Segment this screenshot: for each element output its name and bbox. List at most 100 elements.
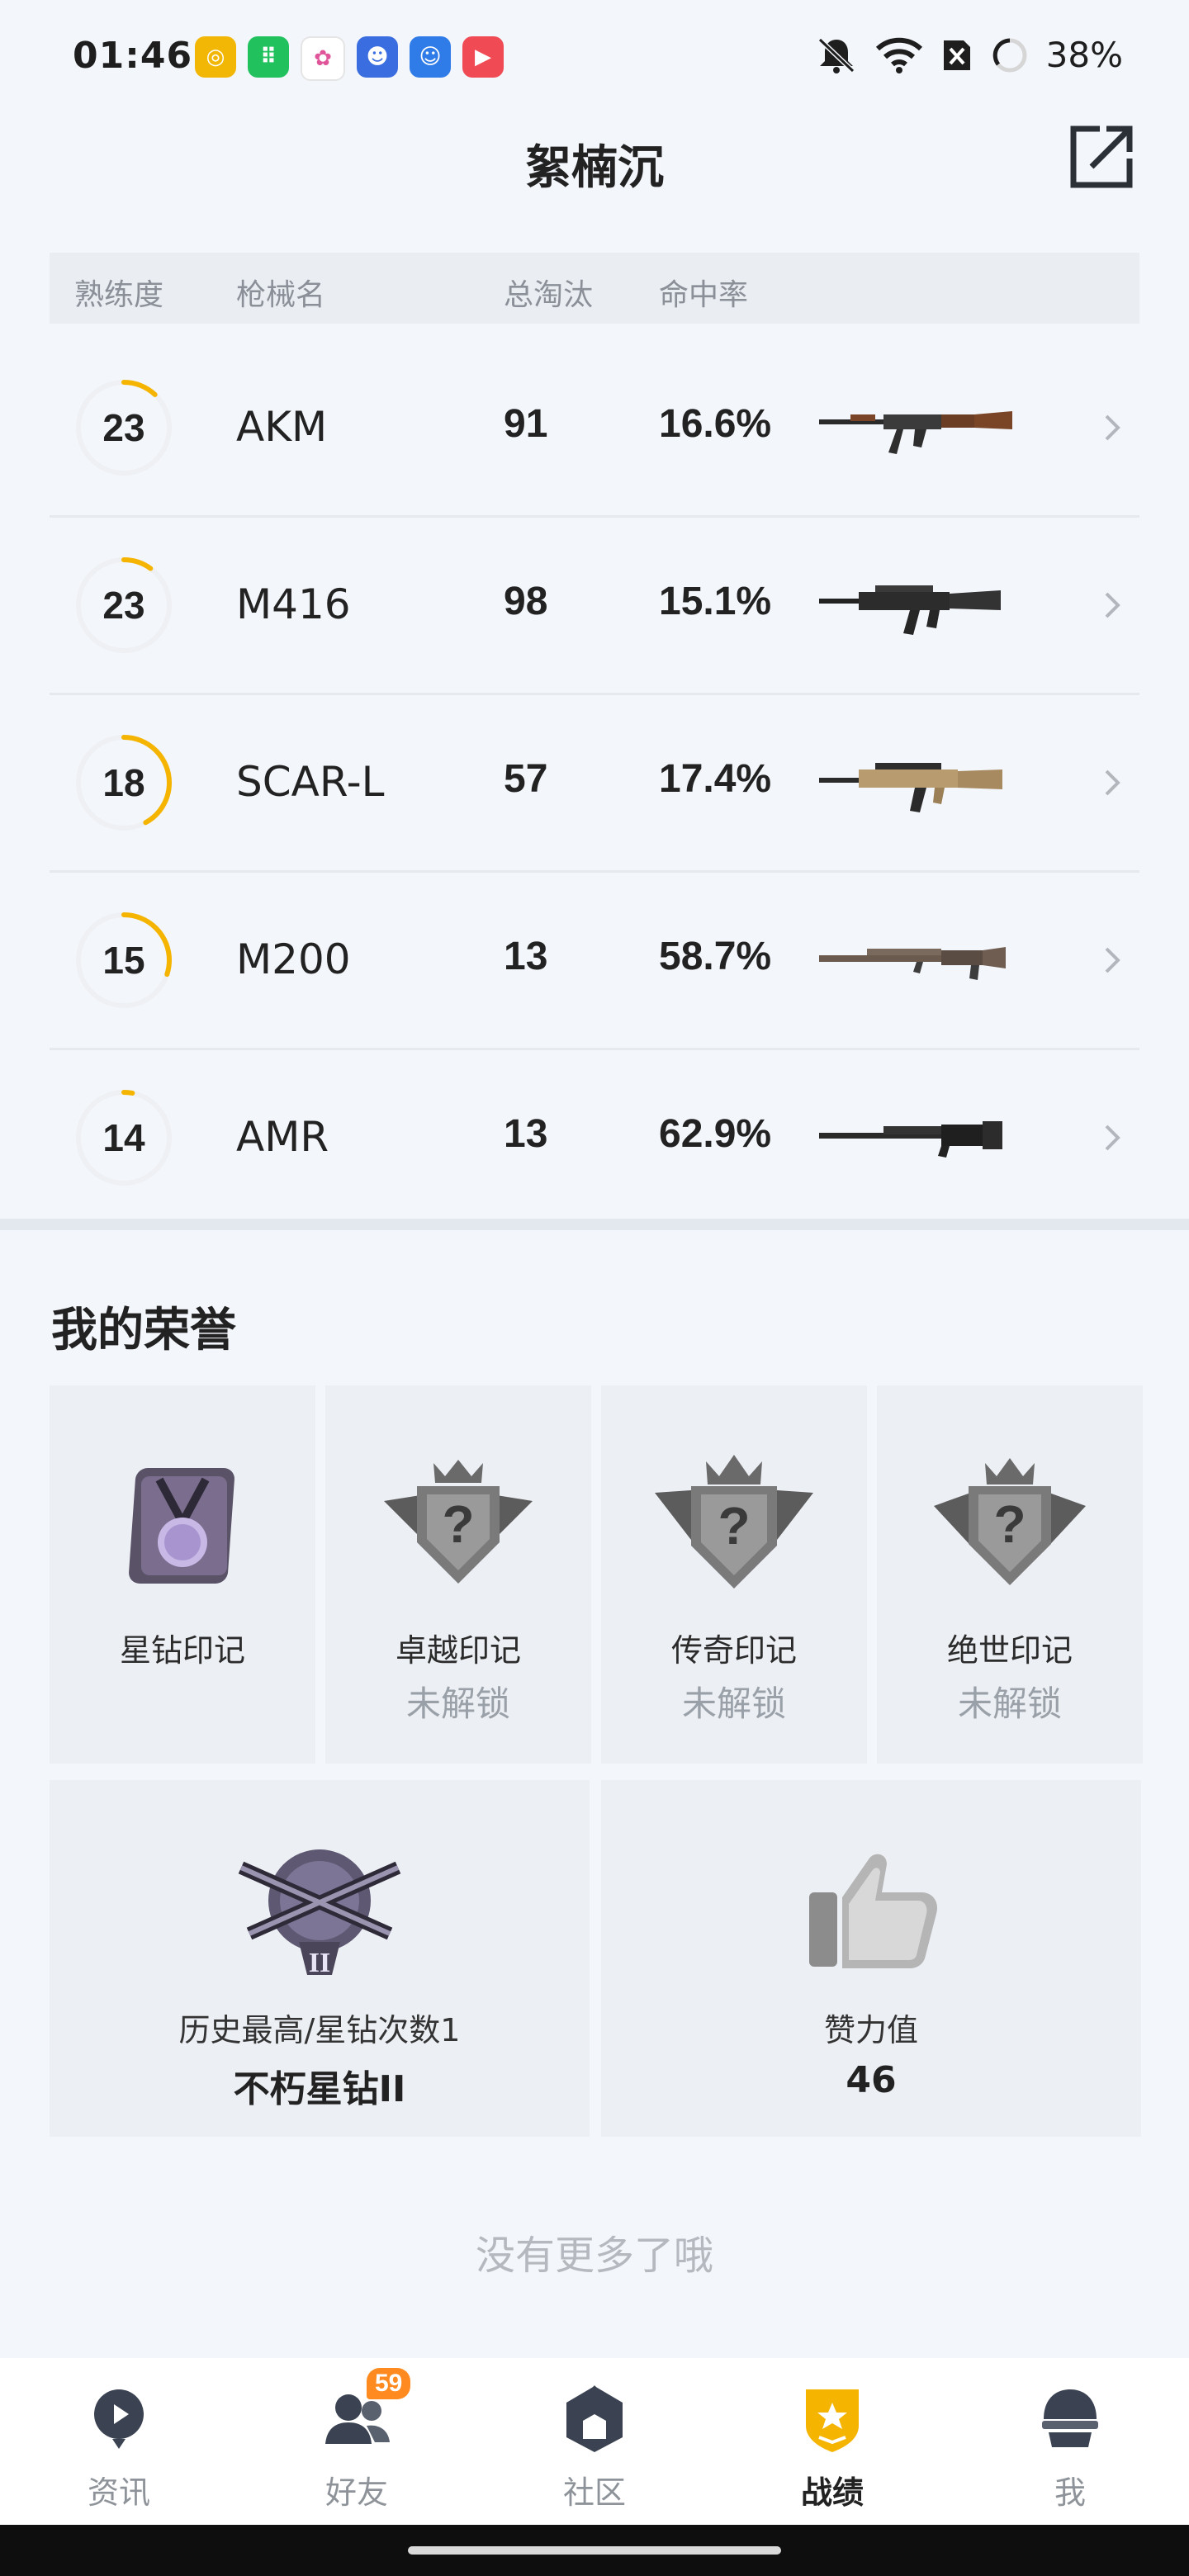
column-total-kills: 总淘汰 [504, 278, 594, 312]
weapon-kills: 13 [504, 1112, 548, 1156]
wifi-icon [875, 37, 922, 73]
svg-text:?: ? [993, 1494, 1026, 1554]
nav-item-profile[interactable]: 我 [951, 2358, 1189, 2525]
proficiency-level: 14 [102, 1116, 145, 1159]
weapon-accuracy: 58.7% [659, 935, 772, 978]
weapon-kills: 91 [504, 402, 548, 446]
badge-card-star-diamond[interactable]: 星钻印记 [50, 1385, 315, 1764]
battery-percent: 38% [1045, 35, 1123, 75]
weapon-row-amr[interactable]: 14 AMR 13 62.9% [50, 1050, 1139, 1228]
scar-l-rifle-icon [819, 763, 1002, 812]
nav-item-friends[interactable]: 59 好友 [238, 2358, 476, 2525]
record-icon [806, 2389, 859, 2452]
sim-off-icon [943, 40, 970, 70]
weapon-accuracy: 62.9% [659, 1112, 772, 1156]
app-icon-4: ☻ [357, 36, 398, 78]
weapon-kills: 98 [504, 580, 548, 623]
no-more-text: 没有更多了哦 [475, 2233, 713, 2279]
weapon-row-m200[interactable]: 15 M200 13 58.7% [50, 873, 1139, 1050]
badge-status: 未解锁 [681, 1683, 786, 1724]
proficiency-level: 18 [102, 761, 145, 804]
section-divider [0, 1219, 1189, 1230]
app-icon-5: ☺ [410, 36, 451, 78]
m416-rifle-icon [819, 585, 1001, 635]
chevron-right-icon[interactable] [1100, 411, 1125, 444]
weapon-table-header: 熟练度 枪械名 总淘汰 命中率 [50, 253, 1139, 324]
honor-section-title: 我的荣誉 [51, 1304, 236, 1357]
chevron-right-icon[interactable] [1100, 589, 1125, 622]
nav-label: 好友 [324, 2474, 388, 2511]
nav-item-news[interactable]: 资讯 [0, 2358, 238, 2525]
app-icon-3: ✿ [301, 36, 345, 81]
nav-item-community[interactable]: 社区 [476, 2358, 713, 2525]
weapon-accuracy: 17.4% [659, 757, 772, 801]
weapon-name: AKM [236, 403, 328, 451]
badge-status: 未解锁 [957, 1683, 1062, 1724]
badge-name: 绝世印记 [946, 1632, 1073, 1669]
chevron-right-icon[interactable] [1100, 766, 1125, 799]
highest-rank-label: 历史最高/星钻次数1 [178, 2012, 461, 2048]
nav-item-record[interactable]: 战绩 [713, 2358, 951, 2525]
badge-name: 传奇印记 [670, 1632, 797, 1669]
weapon-row-scar-l[interactable]: 18 SCAR-L 57 17.4% [50, 695, 1139, 873]
likes-card[interactable]: 赞力值 46 [601, 1780, 1141, 2137]
badge-card-excellence[interactable]: ? 卓越印记 未解锁 [325, 1385, 591, 1764]
weapon-name: M416 [236, 580, 351, 628]
likes-value: 46 [846, 2059, 897, 2101]
app-icon-6: ▶ [462, 36, 504, 78]
share-icon[interactable] [1067, 122, 1136, 192]
profile-icon [1042, 2389, 1098, 2447]
likes-label: 赞力值 [823, 2012, 918, 2048]
weapon-name: SCAR-L [236, 758, 385, 806]
badge-name: 卓越印记 [395, 1632, 521, 1669]
star-diamond-medal-icon [129, 1468, 234, 1584]
weapon-name: M200 [236, 935, 351, 983]
badge-card-peerless[interactable]: ? 绝世印记 未解锁 [877, 1385, 1143, 1764]
battery-icon [992, 38, 1027, 72]
bottom-nav: 资讯 59 好友 社区 战绩 我 [0, 2358, 1189, 2525]
status-right: 38% [815, 35, 1123, 75]
badge-status: 未解锁 [405, 1683, 510, 1724]
weapon-kills: 57 [504, 757, 548, 801]
mute-icon [817, 37, 855, 73]
svg-text:II: II [309, 1948, 330, 1978]
community-icon [566, 2385, 623, 2452]
svg-text:?: ? [442, 1494, 474, 1554]
column-accuracy: 命中率 [659, 278, 749, 312]
proficiency-level: 23 [102, 406, 145, 449]
weapon-accuracy: 15.1% [659, 580, 772, 623]
chevron-right-icon[interactable] [1100, 944, 1125, 977]
app-icon-1: ◎ [195, 36, 236, 78]
amr-sniper-icon [819, 1121, 1002, 1158]
weapon-name: AMR [236, 1113, 329, 1161]
page-title: 絮楠沉 [525, 141, 664, 195]
nav-label: 社区 [562, 2474, 626, 2511]
badge-card-legend[interactable]: ? 传奇印记 未解锁 [601, 1385, 867, 1764]
m200-sniper-icon [819, 947, 1006, 980]
badge-name: 星钻印记 [119, 1632, 245, 1669]
weapon-accuracy: 16.6% [659, 402, 772, 446]
locked-emblem-icon: ? [384, 1460, 533, 1584]
column-proficiency: 熟练度 [74, 278, 164, 312]
proficiency-level: 15 [102, 939, 145, 982]
app-icon-2: ⠿ [248, 36, 289, 78]
highest-rank-value: 不朽星钻II [233, 2068, 406, 2110]
news-icon [94, 2389, 144, 2449]
weapon-row-m416[interactable]: 23 M416 98 15.1% [50, 518, 1139, 695]
akm-rifle-icon [819, 411, 1012, 454]
column-weapon-name: 枪械名 [236, 278, 326, 312]
home-gesture-bar[interactable] [408, 2546, 781, 2555]
status-app-icons: ◎ ⠿ ✿ ☻ ☺ ▶ [195, 36, 504, 81]
rank-crest-icon: II [238, 1849, 401, 1978]
chevron-right-icon[interactable] [1100, 1121, 1125, 1154]
friends-badge: 59 [367, 2368, 411, 2399]
nav-label: 资讯 [87, 2474, 150, 2511]
nav-label: 战绩 [800, 2474, 864, 2511]
locked-emblem-icon: ? [655, 1455, 813, 1589]
weapon-row-akm[interactable]: 23 AKM 91 16.6% [50, 340, 1139, 518]
thumbs-up-icon [809, 1854, 938, 1968]
highest-rank-card[interactable]: II 历史最高/星钻次数1 不朽星钻II [50, 1780, 590, 2137]
nav-label: 我 [1054, 2474, 1086, 2511]
status-time: 01:46 [73, 35, 193, 77]
proficiency-level: 23 [102, 584, 145, 627]
